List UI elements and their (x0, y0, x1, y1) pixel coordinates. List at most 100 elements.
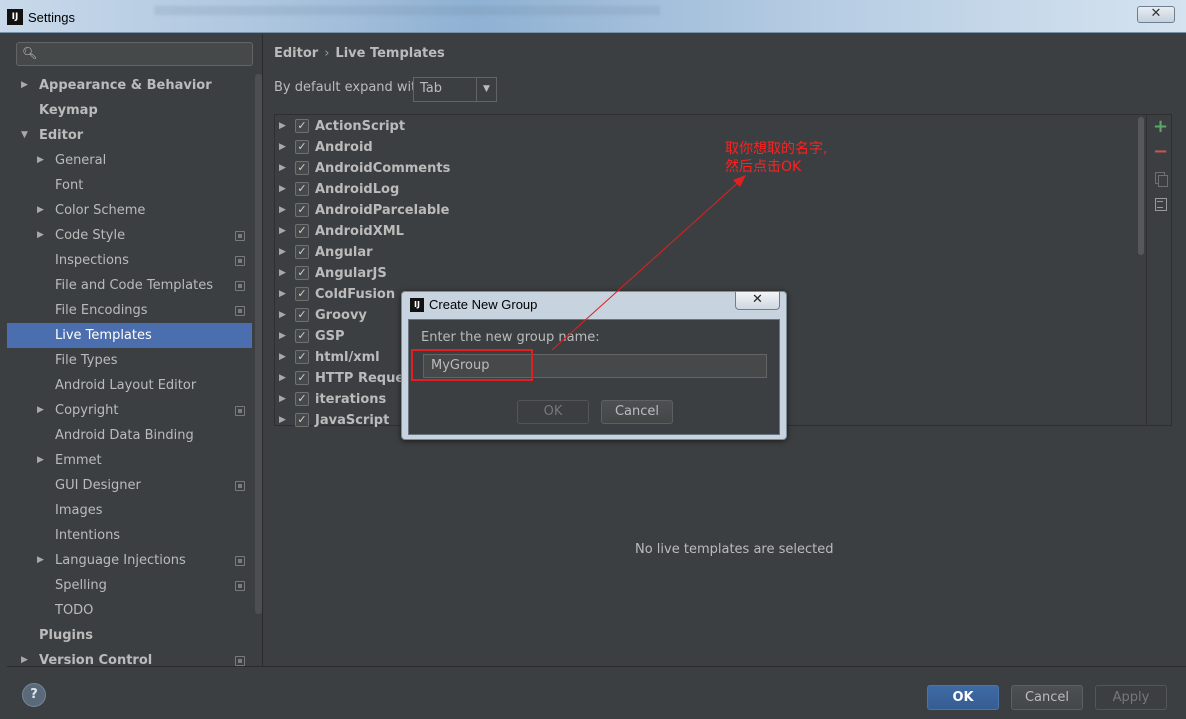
dialog-close-button[interactable]: ✕ (735, 292, 780, 310)
apply-button[interactable]: Apply (1095, 685, 1167, 710)
template-group-row[interactable]: ▶ ✓ Android (275, 137, 1135, 158)
chevron-right-icon[interactable]: ▶ (279, 137, 286, 158)
template-group-row[interactable]: ▶ ✓ AngularJS (275, 263, 1135, 284)
sidebar-item-label: File Encodings (55, 303, 148, 318)
template-list-scrollbar[interactable] (1138, 117, 1144, 255)
chevron-right-icon[interactable]: ▶ (279, 263, 286, 284)
sidebar-item-label: Language Injections (55, 553, 186, 568)
chevron-right-icon[interactable]: ▶ (279, 305, 286, 326)
sidebar-item-language-injections[interactable]: ▶ Language Injections (7, 548, 252, 573)
sidebar-item-plugins[interactable]: Plugins (7, 623, 252, 648)
chevron-right-icon[interactable]: ▶ (279, 368, 286, 389)
sidebar-item-file-types[interactable]: File Types (7, 348, 252, 373)
sidebar-item-file-and-code-templates[interactable]: File and Code Templates (7, 273, 252, 298)
sidebar-item-emmet[interactable]: ▶ Emmet (7, 448, 252, 473)
template-group-checkbox[interactable]: ✓ (295, 413, 309, 427)
chevron-right-icon[interactable]: ▶ (279, 221, 286, 242)
sidebar-item-inspections[interactable]: Inspections (7, 248, 252, 273)
template-group-row[interactable]: ▶ ✓ AndroidLog (275, 179, 1135, 200)
cancel-button[interactable]: Cancel (1011, 685, 1083, 710)
sidebar-item-intentions[interactable]: Intentions (7, 523, 252, 548)
chevron-right-icon[interactable]: ▶ (21, 73, 28, 98)
chevron-right-icon[interactable]: ▶ (279, 242, 286, 263)
template-group-checkbox[interactable]: ✓ (295, 308, 309, 322)
edit-variables-icon[interactable] (1153, 197, 1167, 211)
blurred-project-path: ░░░░░░░░░░░░░░░░░░░░░░░░░░░░░░░░░░░░░░░░… (155, 6, 661, 16)
chevron-right-icon[interactable]: ▶ (279, 284, 286, 305)
template-group-checkbox[interactable]: ✓ (295, 266, 309, 280)
sidebar-item-label: Live Templates (55, 328, 152, 343)
sidebar-item-android-layout-editor[interactable]: Android Layout Editor (7, 373, 252, 398)
sidebar-scrollbar[interactable] (255, 74, 262, 614)
sidebar-item-general[interactable]: ▶ General (7, 148, 252, 173)
sidebar-item-todo[interactable]: TODO (7, 598, 252, 623)
chevron-down-icon[interactable]: ▼ (21, 123, 28, 148)
template-group-checkbox[interactable]: ✓ (295, 350, 309, 364)
sidebar-item-gui-designer[interactable]: GUI Designer (7, 473, 252, 498)
template-group-checkbox[interactable]: ✓ (295, 161, 309, 175)
window-close-button[interactable]: ✕ (1137, 6, 1175, 23)
help-button[interactable]: ? (22, 683, 46, 707)
copy-icon[interactable] (1153, 171, 1168, 187)
template-group-row[interactable]: ▶ ✓ AndroidParcelable (275, 200, 1135, 221)
chevron-right-icon[interactable]: ▶ (37, 148, 44, 173)
sidebar-item-spelling[interactable]: Spelling (7, 573, 252, 598)
remove-icon[interactable]: − (1153, 143, 1168, 161)
sidebar-item-label: Font (55, 178, 84, 193)
project-scope-icon (235, 281, 245, 291)
template-group-checkbox[interactable]: ✓ (295, 182, 309, 196)
chevron-right-icon[interactable]: ▶ (279, 116, 286, 137)
sidebar-item-font[interactable]: Font (7, 173, 252, 198)
dialog-cancel-button[interactable]: Cancel (601, 400, 673, 424)
template-group-checkbox[interactable]: ✓ (295, 224, 309, 238)
chevron-right-icon[interactable]: ▶ (37, 398, 44, 423)
sidebar-item-label: Spelling (55, 578, 107, 593)
chevron-right-icon[interactable]: ▶ (37, 448, 44, 473)
chevron-right-icon[interactable]: ▶ (279, 347, 286, 368)
sidebar-item-appearance-behavior[interactable]: ▶ Appearance & Behavior (7, 73, 252, 98)
template-group-row[interactable]: ▶ ✓ Angular (275, 242, 1135, 263)
sidebar-item-label: Plugins (39, 628, 93, 643)
template-group-checkbox[interactable]: ✓ (295, 371, 309, 385)
template-group-checkbox[interactable]: ✓ (295, 203, 309, 217)
sidebar-item-color-scheme[interactable]: ▶ Color Scheme (7, 198, 252, 223)
template-group-label: iterations (315, 392, 387, 407)
template-group-label: ColdFusion (315, 287, 396, 302)
template-group-checkbox[interactable]: ✓ (295, 245, 309, 259)
project-scope-icon (235, 556, 245, 566)
chevron-right-icon[interactable]: ▶ (37, 223, 44, 248)
settings-search-input[interactable]: 🔍︎ (16, 42, 253, 66)
sidebar-item-images[interactable]: Images (7, 498, 252, 523)
chevron-right-icon[interactable]: ▶ (37, 198, 44, 223)
chevron-right-icon[interactable]: ▶ (279, 326, 286, 347)
chevron-right-icon[interactable]: ▶ (279, 389, 286, 410)
chevron-down-icon[interactable]: ▼ (476, 78, 496, 101)
template-group-checkbox[interactable]: ✓ (295, 119, 309, 133)
sidebar-item-copyright[interactable]: ▶ Copyright (7, 398, 252, 423)
sidebar-item-code-style[interactable]: ▶ Code Style (7, 223, 252, 248)
chevron-right-icon[interactable]: ▶ (279, 200, 286, 221)
add-icon[interactable]: + (1153, 118, 1168, 136)
sidebar-item-label: General (55, 153, 107, 168)
dialog-ok-button[interactable]: OK (517, 400, 589, 424)
template-group-label: html/xml (315, 350, 380, 365)
sidebar-item-live-templates[interactable]: Live Templates (7, 323, 252, 348)
template-group-checkbox[interactable]: ✓ (295, 287, 309, 301)
template-group-checkbox[interactable]: ✓ (295, 140, 309, 154)
template-group-row[interactable]: ▶ ✓ AndroidComments (275, 158, 1135, 179)
sidebar-item-keymap[interactable]: Keymap (7, 98, 252, 123)
sidebar-item-file-encodings[interactable]: File Encodings (7, 298, 252, 323)
chevron-right-icon[interactable]: ▶ (279, 179, 286, 200)
dialog-footer: ? OK Cancel Apply (7, 666, 1186, 719)
template-group-checkbox[interactable]: ✓ (295, 329, 309, 343)
template-group-row[interactable]: ▶ ✓ ActionScript (275, 116, 1135, 137)
sidebar-item-editor[interactable]: ▼ Editor (7, 123, 252, 148)
template-group-row[interactable]: ▶ ✓ AndroidXML (275, 221, 1135, 242)
chevron-right-icon[interactable]: ▶ (279, 158, 286, 179)
chevron-right-icon[interactable]: ▶ (279, 410, 286, 431)
ok-button[interactable]: OK (927, 685, 999, 710)
expand-with-select[interactable]: Tab ▼ (413, 77, 497, 102)
chevron-right-icon[interactable]: ▶ (37, 548, 44, 573)
template-group-checkbox[interactable]: ✓ (295, 392, 309, 406)
sidebar-item-android-data-binding[interactable]: Android Data Binding (7, 423, 252, 448)
